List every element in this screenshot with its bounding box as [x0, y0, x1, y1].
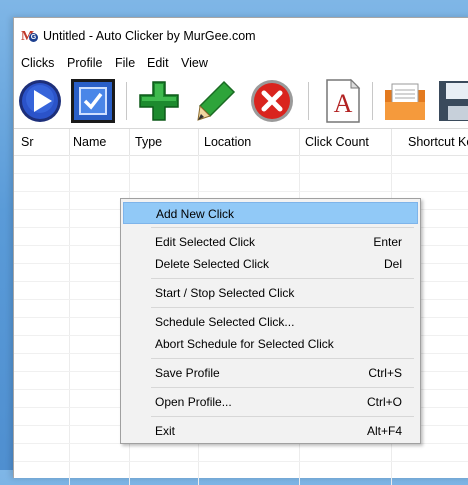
- document-icon: A: [326, 78, 361, 123]
- menu-item-open-profile[interactable]: Open Profile... Ctrl+O: [123, 391, 418, 413]
- add-click-button[interactable]: [136, 78, 182, 124]
- column-header-type[interactable]: Type: [135, 135, 162, 149]
- open-profile-button[interactable]: [382, 78, 428, 124]
- play-icon: [19, 80, 61, 122]
- menu-clicks[interactable]: Clicks: [21, 56, 54, 70]
- menu-item-label: Save Profile: [155, 366, 220, 380]
- table-header: Sr Name Type Location Click Count Shortc…: [14, 128, 468, 156]
- menu-item-label: Exit: [155, 424, 176, 438]
- app-logo-icon: MG: [21, 29, 38, 44]
- menu-separator: [151, 227, 414, 228]
- menu-separator: [151, 307, 414, 308]
- menu-item-label: Delete Selected Click: [155, 257, 270, 271]
- menu-item-label: Open Profile...: [155, 395, 232, 409]
- column-header-location[interactable]: Location: [204, 135, 251, 149]
- checkbox-icon: [71, 79, 115, 123]
- menu-item-exit[interactable]: Exit Alt+F4: [123, 420, 418, 442]
- menu-item-start-stop-selected-click[interactable]: Start / Stop Selected Click: [123, 282, 418, 304]
- menu-item-shortcut: Alt+F4: [366, 424, 402, 438]
- svg-text:A: A: [334, 89, 353, 118]
- document-button[interactable]: A: [319, 78, 365, 124]
- context-menu: Add New Click Edit Selected Click Enter …: [120, 198, 421, 444]
- menu-item-abort-schedule[interactable]: Abort Schedule for Selected Click: [123, 333, 418, 355]
- edit-pencil-icon: [197, 80, 236, 121]
- menu-item-add-new-click[interactable]: Add New Click: [123, 202, 418, 224]
- menu-edit[interactable]: Edit: [147, 56, 169, 70]
- menu-item-label: Start / Stop Selected Click: [155, 286, 295, 300]
- play-button[interactable]: [17, 78, 63, 124]
- menu-item-shortcut: Enter: [373, 235, 402, 249]
- column-header-shortcut-key[interactable]: Shortcut Ke: [408, 135, 468, 149]
- menu-item-save-profile[interactable]: Save Profile Ctrl+S: [123, 362, 418, 384]
- title-bar: MG Untitled - Auto Clicker by MurGee.com: [14, 18, 468, 52]
- menu-bar: Clicks Profile File Edit View: [14, 54, 468, 74]
- menu-separator: [151, 358, 414, 359]
- menu-item-delete-selected-click[interactable]: Delete Selected Click Del: [123, 253, 418, 275]
- delete-icon: [251, 80, 293, 122]
- menu-item-label: Add New Click: [156, 207, 235, 221]
- menu-item-label: Edit Selected Click: [155, 235, 256, 249]
- menu-item-shortcut: Ctrl+S: [368, 366, 402, 380]
- column-header-click-count[interactable]: Click Count: [305, 135, 369, 149]
- menu-item-label: Abort Schedule for Selected Click: [155, 337, 334, 351]
- save-profile-button[interactable]: [436, 78, 468, 124]
- menu-item-label: Schedule Selected Click...: [155, 315, 295, 329]
- menu-file[interactable]: File: [115, 56, 135, 70]
- menu-separator: [151, 416, 414, 417]
- menu-profile[interactable]: Profile: [67, 56, 102, 70]
- open-folder-icon: [385, 83, 425, 120]
- save-disk-icon: [439, 81, 468, 121]
- menu-separator: [151, 278, 414, 279]
- toolbar: A: [14, 76, 468, 128]
- column-header-sr[interactable]: Sr: [21, 135, 34, 149]
- window-title: Untitled - Auto Clicker by MurGee.com: [43, 29, 256, 43]
- menu-separator: [151, 387, 414, 388]
- enable-click-button[interactable]: [70, 78, 116, 124]
- menu-item-shortcut: Del: [383, 257, 402, 271]
- menu-view[interactable]: View: [181, 56, 208, 70]
- menu-item-schedule-selected-click[interactable]: Schedule Selected Click...: [123, 311, 418, 333]
- delete-click-button[interactable]: [249, 78, 295, 124]
- menu-item-shortcut: Ctrl+O: [366, 395, 402, 409]
- edit-click-button[interactable]: [194, 78, 240, 124]
- column-header-name[interactable]: Name: [73, 135, 106, 149]
- menu-item-edit-selected-click[interactable]: Edit Selected Click Enter: [123, 231, 418, 253]
- add-icon: [139, 81, 179, 121]
